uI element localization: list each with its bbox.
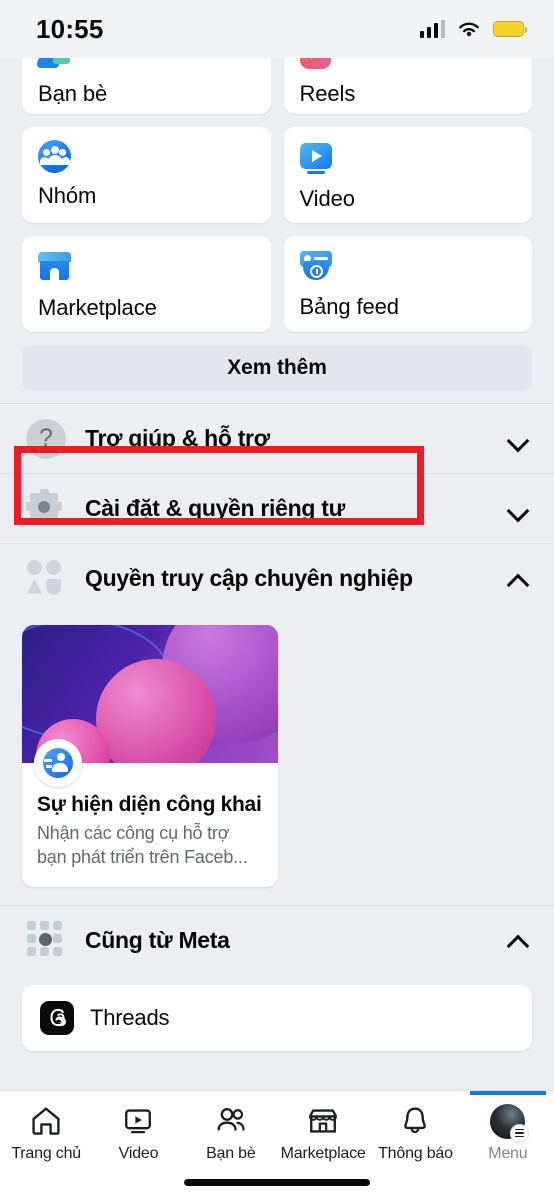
public-presence-subtitle: Nhận các công cụ hỗ trợ bạn phát triển t… — [37, 823, 248, 867]
tab-home[interactable]: Trang chủ — [0, 1101, 92, 1163]
chevron-up-icon[interactable] — [508, 568, 530, 590]
section-row-professional-access[interactable]: Quyền truy cập chuyên nghiệp — [0, 543, 554, 613]
groups-icon — [38, 140, 72, 174]
hamburger-badge-icon — [510, 1123, 530, 1143]
shortcut-tile-label: Video — [299, 186, 355, 211]
chevron-up-icon[interactable] — [508, 929, 530, 951]
tab-label: Marketplace — [280, 1145, 366, 1162]
shortcuts-grid: Bạn bè Reels Nhóm Video Marketplace Bảng… — [0, 58, 554, 332]
tab-menu[interactable]: Menu — [462, 1091, 554, 1163]
status-bar: 10:55 — [0, 0, 554, 58]
shortcut-tile-label: Reels — [299, 81, 356, 106]
shortcut-tile-label: Nhóm — [38, 183, 97, 208]
shortcut-tile-marketplace[interactable]: Marketplace — [22, 236, 271, 332]
meta-apps-list: Threads — [22, 984, 532, 1051]
bell-icon — [398, 1101, 432, 1141]
feeds-icon — [299, 251, 334, 285]
cellular-bars-icon — [419, 20, 445, 38]
public-presence-card[interactable]: Sự hiện diện công khai Nhận các công cụ … — [22, 625, 278, 887]
video-icon — [299, 143, 334, 177]
shortcut-tile-label: Marketplace — [38, 295, 157, 320]
tab-label: Trang chủ — [11, 1145, 81, 1162]
tab-video[interactable]: Video — [92, 1101, 184, 1163]
friends-icon — [214, 1101, 248, 1141]
shortcut-tile-reels[interactable]: Reels — [283, 58, 532, 114]
meta-apps-icon — [26, 920, 66, 960]
marketplace-icon — [38, 252, 72, 286]
tab-notifications[interactable]: Thông báo — [369, 1101, 461, 1163]
tab-friends[interactable]: Bạn bè — [185, 1101, 277, 1163]
shortcut-tile-label: Bảng feed — [299, 294, 400, 319]
section-row-also-from-meta[interactable]: Cũng từ Meta — [0, 904, 554, 975]
tab-label: Bạn bè — [206, 1145, 256, 1162]
chevron-down-icon[interactable] — [508, 428, 530, 450]
tab-label: Menu — [488, 1145, 528, 1162]
wifi-icon — [459, 22, 479, 36]
gear-icon — [26, 488, 66, 529]
status-time: 10:55 — [36, 13, 104, 44]
tab-marketplace[interactable]: Marketplace — [277, 1101, 369, 1163]
shortcut-tile-video[interactable]: Video — [283, 127, 532, 223]
video-icon — [121, 1101, 155, 1141]
section-row-label: Trợ giúp & hỗ trợ — [85, 425, 270, 451]
see-more-wrap: Xem thêm — [0, 332, 554, 391]
battery-low-power-icon — [493, 21, 527, 37]
section-row-label: Quyền truy cập chuyên nghiệp — [85, 565, 413, 591]
avatar — [490, 1103, 530, 1143]
shortcut-tile-groups[interactable]: Nhóm — [22, 127, 271, 223]
section-row-label: Cũng từ Meta — [85, 926, 230, 953]
reels-icon — [299, 58, 334, 72]
home-icon — [29, 1101, 63, 1141]
public-presence-icon — [34, 739, 82, 787]
meta-app-item-threads[interactable]: Threads — [22, 985, 532, 1051]
section-row-help-and-support[interactable]: ? Trợ giúp & hỗ trợ — [0, 403, 554, 473]
see-more-button[interactable]: Xem thêm — [22, 345, 532, 391]
bottom-tab-bar: Trang chủ Video Bạn bè Marketplace Thông… — [0, 1090, 554, 1200]
chevron-down-icon[interactable] — [508, 498, 530, 520]
shortcut-tile-label: Bạn bè — [38, 81, 108, 106]
menu-scroll-content[interactable]: Bạn bè Reels Nhóm Video Marketplace Bảng… — [0, 58, 554, 1090]
tab-label: Video — [118, 1145, 159, 1162]
shortcut-tile-friends[interactable]: Bạn bè — [22, 58, 271, 114]
facebook-menu-screen: 10:55 Bạn bè Reels Nhóm Video Marketplac… — [0, 0, 554, 1200]
professional-access-content: Sự hiện diện công khai Nhận các công cụ … — [0, 613, 554, 905]
public-presence-title: Sự hiện diện công khai — [37, 793, 262, 816]
threads-icon — [40, 1000, 74, 1035]
section-row-settings-and-privacy[interactable]: Cài đặt & quyền riêng tư — [0, 473, 554, 543]
section-row-label: Cài đặt & quyền riêng tư — [85, 495, 345, 521]
meta-app-label: Threads — [90, 1004, 170, 1030]
status-indicators — [419, 20, 527, 39]
help-circle-icon: ? — [26, 418, 66, 459]
shortcut-tile-feeds[interactable]: Bảng feed — [283, 236, 532, 332]
avatar-menu-icon — [490, 1101, 530, 1143]
marketplace-icon — [306, 1101, 340, 1141]
professional-access-icon — [26, 559, 66, 599]
tab-label: Thông báo — [378, 1145, 453, 1162]
home-indicator — [184, 1179, 370, 1186]
friends-icon — [37, 58, 72, 72]
